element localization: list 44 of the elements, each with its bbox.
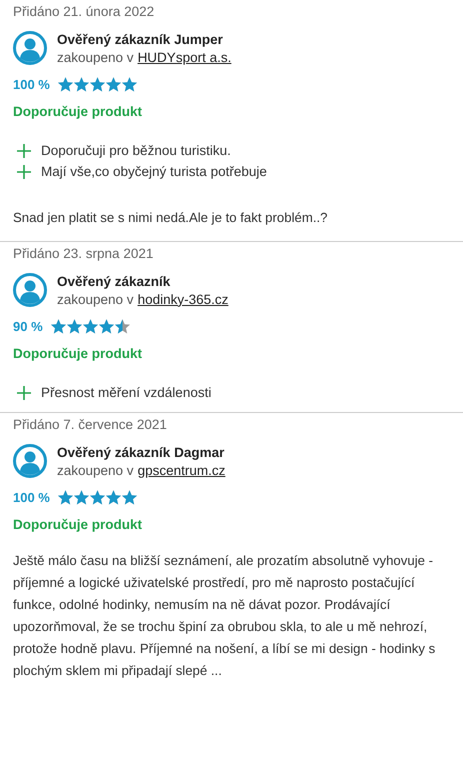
star-icon xyxy=(122,77,137,92)
review-date: Přidáno 23. srpna 2021 xyxy=(13,246,154,261)
recommendation-label: Doporučuje produkt xyxy=(13,517,143,532)
star-icon xyxy=(74,490,89,505)
star-icon xyxy=(66,319,82,334)
star-icon xyxy=(50,319,66,334)
shop-link[interactable]: hodinky-365.cz xyxy=(138,292,228,306)
recommendation-label: Doporučuje produkt xyxy=(13,346,143,361)
rating-percent: 100 % xyxy=(13,490,50,505)
author-name: Ověřený zákazník Jumper xyxy=(57,32,224,46)
star-icon xyxy=(98,319,114,334)
purchased-label: zakoupeno v xyxy=(57,462,134,478)
avatar-icon xyxy=(13,31,47,65)
avatar-icon xyxy=(13,273,47,307)
star-icon xyxy=(90,490,105,505)
review-text: Ještě málo času na bližší seznámení, ale prozatím absolutně vyhovuje - příjemné a logické uživatelské prostředí, pro mě naprosto postačující funkce, odolné hodinky, nemusím na ně dávat pozor. Prodávající upozorňmoval, že se trochu špiní za obrubou skla, to ale u mě nehrozí, protože hodně plavu. Příjemné na nošení, a líbí se mi design - hodinky s plochým sklem mi připadají slepé ... xyxy=(13,552,436,680)
pro-text: Doporučuji pro běžnou turistiku. xyxy=(41,143,231,158)
pro-text: Mají vše,co obyčejný turista potřebuje xyxy=(41,164,267,179)
recommendation-label: Doporučuje produkt xyxy=(13,104,143,119)
star-icon xyxy=(58,490,73,505)
plus-icon xyxy=(17,144,31,158)
star-icon xyxy=(114,319,130,334)
review-date: Přidáno 21. února 2022 xyxy=(13,4,156,19)
rating-percent: 90 % xyxy=(13,319,43,334)
review-text: Snad jen platit se s nimi nedá.Ale je to fakt problém..? xyxy=(13,209,328,227)
star-icon xyxy=(82,319,98,334)
rating-percent: 100 % xyxy=(13,77,50,92)
star-icon xyxy=(122,490,137,505)
purchased-label: zakoupeno v xyxy=(57,50,134,64)
star-icon xyxy=(106,77,121,92)
star-icon xyxy=(74,77,89,92)
review-date: Přidáno 7. července 2021 xyxy=(13,417,168,432)
shop-link[interactable]: HUDYsport a.s. xyxy=(138,50,232,64)
plus-icon xyxy=(17,386,31,400)
author-name: Ověřený zákazník xyxy=(57,274,172,288)
star-icon xyxy=(90,77,105,92)
pro-text: Přesnost měření vzdálenosti xyxy=(41,385,212,400)
shop-link[interactable]: gpscentrum.cz xyxy=(138,462,226,478)
avatar-icon xyxy=(13,444,47,478)
author-name: Ověřený zákazník Dagmar xyxy=(57,444,226,460)
plus-icon xyxy=(17,164,31,178)
star-icon xyxy=(58,77,73,92)
star-icon xyxy=(106,490,121,505)
purchased-label: zakoupeno v xyxy=(57,292,134,306)
